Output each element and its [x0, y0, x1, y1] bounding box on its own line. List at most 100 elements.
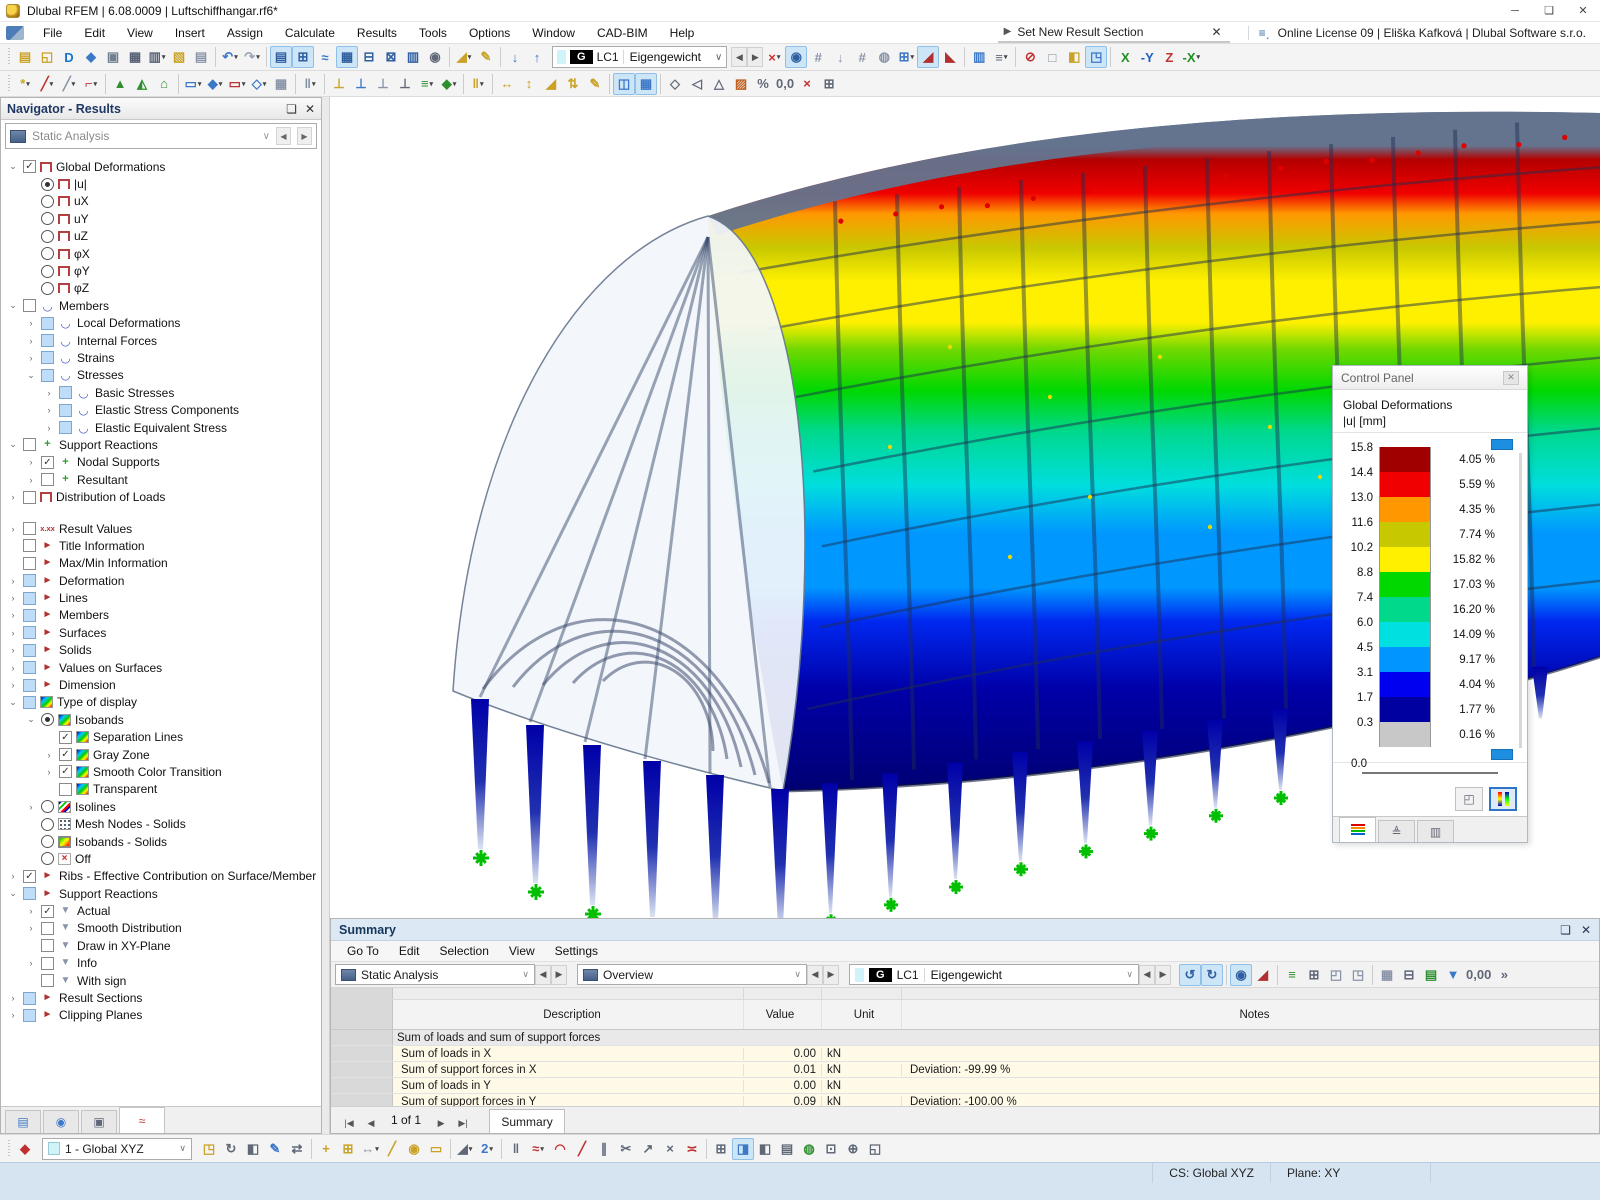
show-results-icon[interactable]: ◉ — [785, 46, 807, 68]
view-x-icon[interactable]: X — [1114, 46, 1136, 68]
checkbox[interactable] — [23, 299, 36, 312]
show-mesh-icon[interactable]: ⊞▾ — [895, 46, 917, 68]
tree-item-local-deformations[interactable]: ›◡Local Deformations — [5, 315, 321, 332]
menu-calculate[interactable]: Calculate — [274, 22, 346, 44]
close-icon[interactable]: ✕ — [1503, 371, 1519, 385]
new-member-icon[interactable]: ▲ — [109, 73, 131, 95]
checkbox[interactable] — [59, 404, 72, 417]
tree-item-distribution-of-loads[interactable]: ›Distribution of Loads — [5, 488, 321, 505]
collapse-icon[interactable]: ⌄ — [25, 714, 37, 725]
dropdown-caret-icon[interactable]: ▾ — [242, 80, 246, 88]
excel-export-icon[interactable]: ▤ — [1420, 964, 1442, 986]
nodal-support-icon[interactable]: ⊥ — [328, 73, 350, 95]
checkbox[interactable] — [59, 421, 72, 434]
expand-icon[interactable]: › — [7, 993, 19, 1003]
expand-icon[interactable]: › — [43, 405, 55, 415]
checkbox[interactable] — [41, 922, 54, 935]
isometric-view-icon[interactable]: ◇ — [664, 73, 686, 95]
view-minus-y-icon[interactable]: -Y — [1136, 46, 1158, 68]
tab-factors[interactable]: ≜ — [1378, 820, 1415, 842]
expand-icon[interactable]: › — [25, 457, 37, 467]
dropdown-caret-icon[interactable]: ▾ — [430, 80, 434, 88]
checkbox[interactable] — [59, 783, 72, 796]
next-button[interactable]: ▶ — [823, 965, 839, 985]
edit-object-icon[interactable]: ✎ — [264, 1138, 286, 1160]
table-row[interactable]: Sum of loads in X0.00kN — [331, 1046, 1599, 1062]
first-page-button[interactable]: |◀ — [339, 1113, 359, 1133]
dimension-linear-icon[interactable]: ↔ — [496, 73, 518, 95]
checkbox[interactable] — [23, 887, 36, 900]
show-max-values-icon[interactable]: # — [851, 46, 873, 68]
chevron-down-icon[interactable]: ∨ — [522, 969, 529, 980]
summary-menu-settings[interactable]: Settings — [545, 940, 608, 962]
expand-icon[interactable]: › — [7, 524, 19, 534]
collapse-icon[interactable]: ⌄ — [25, 370, 37, 381]
edit-properties-icon[interactable]: ◳ — [198, 1138, 220, 1160]
radio-button[interactable] — [41, 195, 54, 208]
checkbox[interactable] — [23, 557, 36, 570]
dropdown-caret-icon[interactable]: ▾ — [453, 80, 457, 88]
collapse-icon[interactable]: ⌄ — [7, 300, 19, 311]
previous-load-case-button[interactable]: ◀ — [731, 47, 747, 67]
dropdown-caret-icon[interactable]: ▾ — [777, 53, 781, 61]
show-solid-results-icon[interactable]: ◍ — [873, 46, 895, 68]
new-member-set-icon[interactable]: ◭ — [131, 73, 153, 95]
tree-item-isobands-solids[interactable]: Isobands - Solids — [5, 833, 321, 850]
filter-table-icon[interactable]: ▼ — [1442, 964, 1464, 986]
checkbox[interactable]: ✓ — [41, 905, 54, 918]
tables-toggle-icon[interactable]: ⊞ — [710, 1138, 732, 1160]
menu-options[interactable]: Options — [458, 22, 521, 44]
tree-item-z[interactable]: φZ — [5, 280, 321, 297]
checkbox[interactable] — [23, 522, 36, 535]
show-min-values-icon[interactable]: ↓ — [829, 46, 851, 68]
sync-selection-icon[interactable]: ↺ — [1179, 964, 1201, 986]
tree-item-title-information[interactable]: ►Title Information — [5, 537, 321, 554]
dropdown-caret-icon[interactable]: ▾ — [1004, 53, 1008, 61]
search-icon[interactable]: ≡˱ — [1248, 26, 1270, 40]
tree-item-elastic-equivalent-stress[interactable]: ›◡Elastic Equivalent Stress — [5, 419, 321, 436]
dimension-aligned-icon[interactable]: ↕ — [518, 73, 540, 95]
panel-options-button[interactable]: ◰ — [1455, 787, 1483, 811]
checkbox[interactable] — [23, 696, 36, 709]
expand-icon[interactable]: › — [7, 1010, 19, 1020]
tree-item-isobands[interactable]: ⌄Isobands — [5, 711, 321, 728]
tree-item-internal-forces[interactable]: ›◡Internal Forces — [5, 332, 321, 349]
checkbox[interactable]: ✓ — [41, 456, 54, 469]
expand-icon[interactable]: › — [43, 767, 55, 777]
tree-item-surfaces[interactable]: ›►Surfaces — [5, 624, 321, 641]
radio-button[interactable] — [41, 835, 54, 848]
new-block-icon[interactable]: ◇▾ — [248, 73, 270, 95]
checkbox[interactable] — [23, 679, 36, 692]
tree-item-y[interactable]: φY — [5, 262, 321, 279]
tree-item-u[interactable]: |u| — [5, 175, 321, 192]
minimize-button[interactable]: ─ — [1498, 0, 1532, 21]
measure-icon[interactable]: ‖▾ — [299, 73, 321, 95]
result-values-diagram-icon[interactable]: ◣ — [939, 46, 961, 68]
checkbox[interactable]: ✓ — [59, 765, 72, 778]
menu-file[interactable]: File — [32, 22, 73, 44]
chevron-down-icon[interactable]: ∨ — [263, 131, 270, 142]
dlubal-connect-icon[interactable]: D — [58, 46, 80, 68]
redo-icon[interactable]: ↷▾ — [241, 46, 263, 68]
radio-button[interactable] — [41, 212, 54, 225]
tree-item-with-sign[interactable]: ▼With sign — [5, 972, 321, 989]
result-section-icon[interactable]: ◫ — [613, 73, 635, 95]
tree-item-clipping-planes[interactable]: ›►Clipping Planes — [5, 1007, 321, 1024]
results-navigator-icon[interactable]: ▦ — [336, 46, 358, 68]
checkbox[interactable] — [23, 438, 36, 451]
tree-item-members[interactable]: ⌄◡Members — [5, 297, 321, 314]
checkbox[interactable] — [41, 317, 54, 330]
new-line-icon[interactable]: ╱▾ — [36, 73, 58, 95]
tree-item-result-values[interactable]: ›x.xxResult Values — [5, 520, 321, 537]
color-scale-options-button[interactable] — [1489, 787, 1517, 811]
imposed-load-icon[interactable]: ↑ — [526, 46, 548, 68]
tree-item-uy[interactable]: uY — [5, 210, 321, 227]
table-row[interactable]: Sum of loads in Y0.00kN — [331, 1078, 1599, 1094]
tree-item-smooth-color-transition[interactable]: ›✓Smooth Color Transition — [5, 763, 321, 780]
line-support-icon[interactable]: ⊥ — [350, 73, 372, 95]
rotate-object-icon[interactable]: ↻ — [220, 1138, 242, 1160]
menu-assign[interactable]: Assign — [216, 22, 274, 44]
filter-results-icon[interactable]: ×▾ — [763, 46, 785, 68]
menu-edit[interactable]: Edit — [73, 22, 116, 44]
3d-viewport[interactable]: Control Panel ✕ Global Deformations |u| … — [330, 97, 1600, 918]
